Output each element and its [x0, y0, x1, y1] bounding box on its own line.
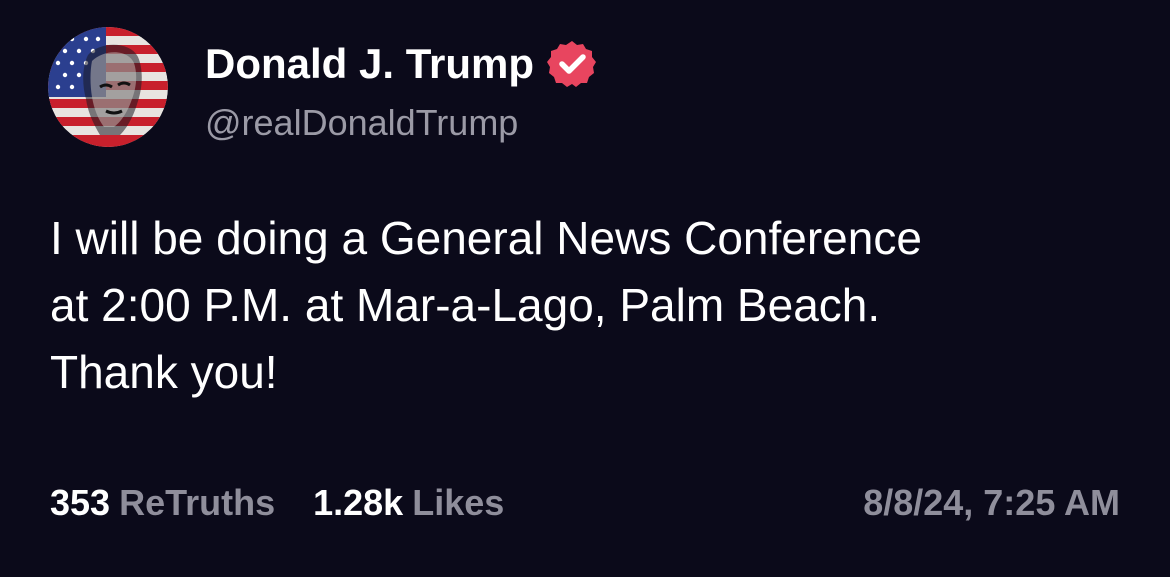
retruths-count[interactable]: 353	[50, 480, 110, 526]
post-body-line: at 2:00 P.M. at Mar-a-Lago, Palm Beach.	[50, 279, 881, 331]
post-body-line: I will be doing a General News Conferenc…	[50, 212, 922, 264]
truth-post: Donald J. Trump @realDonaldTrump I will …	[0, 0, 1170, 577]
likes-count[interactable]: 1.28k	[313, 480, 403, 526]
post-stats: 353 ReTruths 1.28k Likes	[50, 480, 504, 526]
author-name-row: Donald J. Trump	[205, 38, 598, 90]
verified-badge-icon	[546, 38, 598, 90]
post-body-line: Thank you!	[50, 346, 278, 398]
avatar-image	[48, 27, 168, 147]
post-body: I will be doing a General News Conferenc…	[50, 205, 1130, 406]
display-name[interactable]: Donald J. Trump	[205, 38, 534, 90]
avatar[interactable]	[48, 27, 168, 147]
post-timestamp[interactable]: 8/8/24, 7:25 AM	[863, 480, 1120, 526]
author-handle[interactable]: @realDonaldTrump	[205, 100, 518, 146]
likes-label[interactable]: Likes	[412, 480, 504, 526]
retruths-label[interactable]: ReTruths	[119, 480, 275, 526]
